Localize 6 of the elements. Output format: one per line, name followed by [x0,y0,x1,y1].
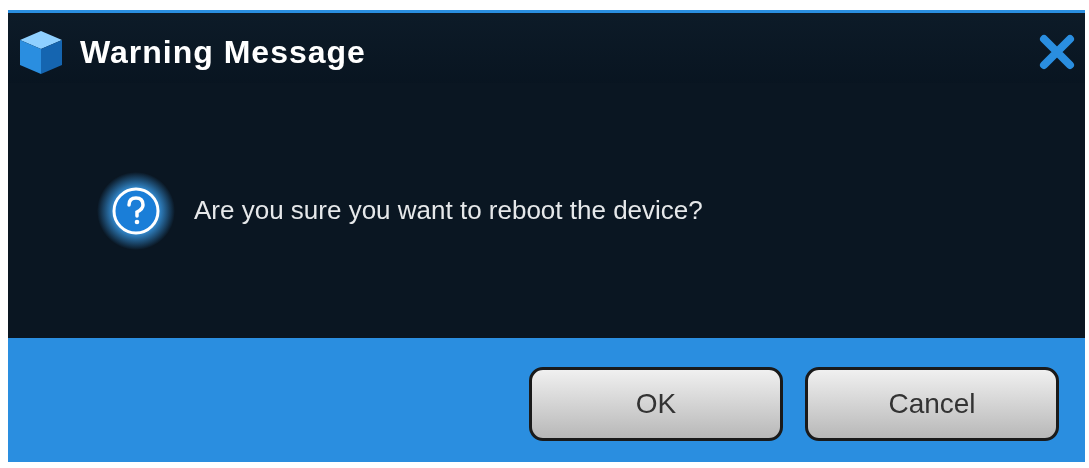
cancel-button[interactable]: Cancel [805,367,1059,441]
window-title: Warning Message [80,33,367,71]
ok-button[interactable]: OK [529,367,783,441]
question-icon [96,170,176,251]
message-text: Are you sure you want to reboot the device? [194,195,703,226]
close-icon[interactable] [1039,34,1075,70]
